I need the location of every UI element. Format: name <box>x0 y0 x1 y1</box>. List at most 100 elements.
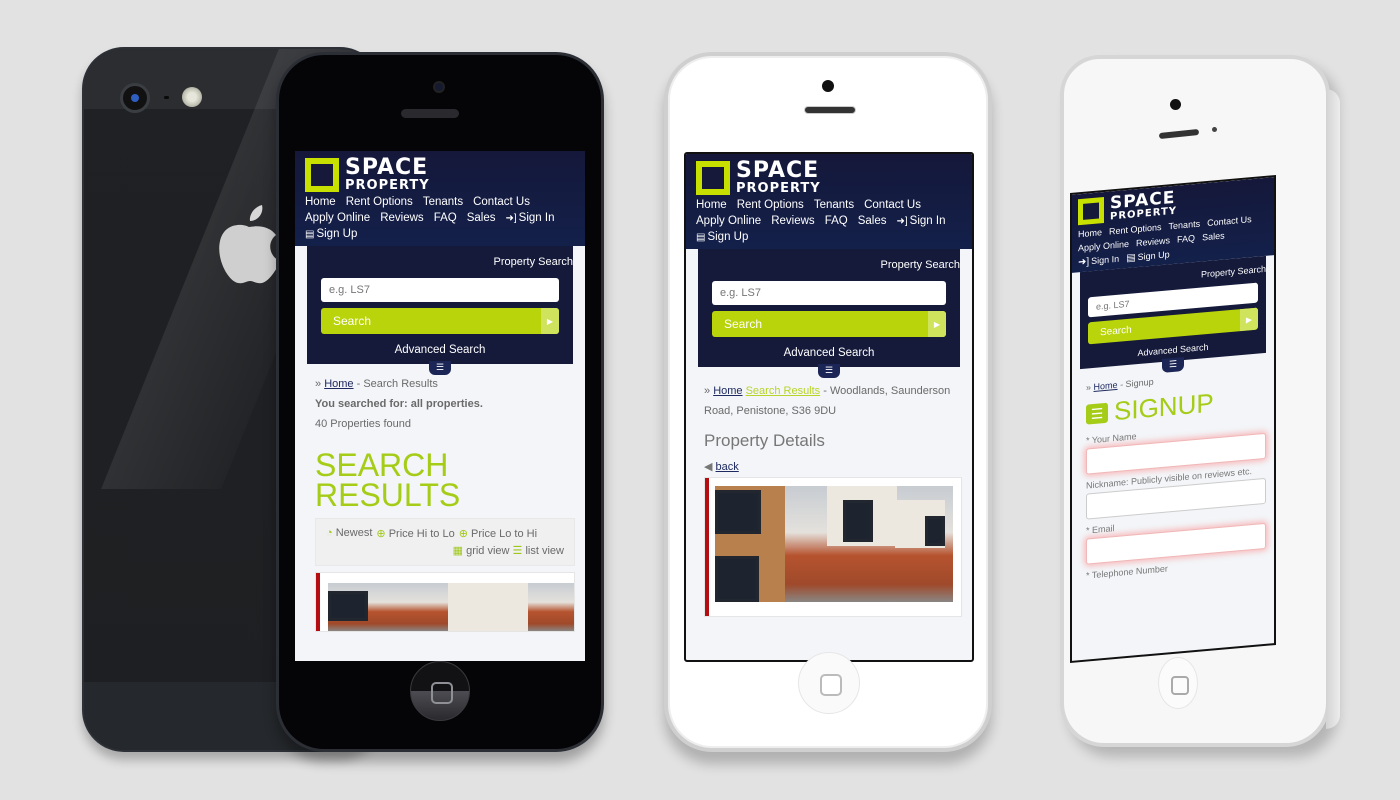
main-nav: Home Rent Options Tenants Contact Us App… <box>305 196 577 240</box>
advanced-search-link[interactable]: Advanced Search <box>698 347 960 359</box>
property-card[interactable] <box>315 572 575 632</box>
nav-contact-us[interactable]: Contact Us <box>864 199 921 211</box>
card-accent-bar <box>705 478 709 616</box>
property-search-title: Property Search <box>880 259 960 271</box>
nav-reviews[interactable]: Reviews <box>1136 235 1170 248</box>
breadcrumb-current: - Signup <box>1120 376 1154 390</box>
clock-icon: ◔ <box>326 527 333 539</box>
search-button-label: Search <box>333 314 372 328</box>
logo-mark-icon <box>305 157 339 192</box>
flash-icon <box>182 87 202 107</box>
front-camera-icon <box>822 80 834 92</box>
nav-faq[interactable]: FAQ <box>825 215 848 227</box>
nav-apply-online[interactable]: Apply Online <box>305 212 370 224</box>
search-button[interactable]: Search ▶ <box>712 311 946 337</box>
nav-sign-up[interactable]: ▤ Sign Up <box>305 228 357 240</box>
breadcrumb: » Home Search Results - Woodlands, Saund… <box>704 381 962 421</box>
nav-contact-us[interactable]: Contact Us <box>473 196 530 208</box>
proximity-sensor <box>1212 127 1217 132</box>
nav-home[interactable]: Home <box>696 199 727 211</box>
nav-contact-us[interactable]: Contact Us <box>1207 214 1252 228</box>
nav-apply-online[interactable]: Apply Online <box>696 215 761 227</box>
nav-sign-up[interactable]: ▤ Sign Up <box>696 231 748 243</box>
logo-mark-icon <box>696 160 730 195</box>
home-button[interactable] <box>1158 657 1198 709</box>
sign-in-icon: ➜] <box>896 216 908 227</box>
nav-rent-options[interactable]: Rent Options <box>737 199 804 211</box>
screen-search-results: SPACE PROPERTY Home Rent Options Tenants… <box>295 151 585 661</box>
search-input[interactable] <box>712 281 946 305</box>
breadcrumb-sep: » <box>1086 382 1092 393</box>
breadcrumb-sep: » <box>315 378 322 390</box>
home-button[interactable] <box>798 652 860 714</box>
property-thumbnail[interactable] <box>328 583 574 631</box>
nav-sign-in[interactable]: ➜] Sign In <box>1078 254 1119 269</box>
nav-home[interactable]: Home <box>305 196 336 208</box>
logo-text-property: PROPERTY <box>736 181 821 196</box>
nav-tenants[interactable]: Tenants <box>423 196 463 208</box>
list-icon: ☰ <box>512 545 523 557</box>
advanced-search-link[interactable]: Advanced Search <box>307 344 573 356</box>
back-link[interactable]: ◀ back <box>704 457 962 477</box>
logo[interactable]: SPACE PROPERTY <box>696 160 964 195</box>
nav-sign-in[interactable]: ➜] Sign In <box>896 215 945 227</box>
grid-view-toggle[interactable]: ▦ grid view <box>453 545 510 557</box>
breadcrumb-home[interactable]: Home <box>1094 380 1118 392</box>
breadcrumb-home[interactable]: Home <box>713 385 742 397</box>
breadcrumb-sep: » <box>704 385 711 397</box>
list-view-toggle[interactable]: ☰ list view <box>513 545 564 557</box>
back-link-label: back <box>715 461 739 473</box>
property-photo[interactable] <box>715 486 953 602</box>
front-camera-icon <box>433 81 445 93</box>
breadcrumb-home[interactable]: Home <box>324 378 353 390</box>
sign-in-icon: ➜] <box>1078 256 1090 269</box>
sort-newest-label: Newest <box>335 527 373 539</box>
screen-property-details: SPACE PROPERTY Home Rent Options Tenants… <box>684 152 974 662</box>
page-title-line2: RESULTS <box>315 477 461 513</box>
nav-sign-in[interactable]: ➜] Sign In <box>505 212 554 224</box>
nav-tenants[interactable]: Tenants <box>1169 219 1201 232</box>
grid-view-label: grid view <box>466 545 510 557</box>
sort-price-lo-hi[interactable]: ⊕ Price Lo to Hi <box>459 527 537 540</box>
sort-newest[interactable]: ◔ Newest <box>326 527 372 540</box>
form-list-icon: ☰ <box>1086 402 1108 425</box>
nav-sign-in-label: Sign In <box>518 212 555 224</box>
front-camera-icon <box>1170 99 1181 110</box>
earpiece <box>401 109 459 118</box>
nav-reviews[interactable]: Reviews <box>380 212 423 224</box>
nav-rent-options[interactable]: Rent Options <box>1109 222 1162 237</box>
nav-sales[interactable]: Sales <box>1202 230 1225 242</box>
menu-toggle-icon[interactable]: ☰ <box>1162 357 1184 373</box>
nav-sign-in-label: Sign In <box>1091 253 1120 267</box>
nav-home[interactable]: Home <box>1078 227 1102 239</box>
signup-content: » Home - Signup ☰ SIGNUP * Your Name Nic… <box>1072 352 1274 582</box>
nav-faq[interactable]: FAQ <box>434 212 457 224</box>
nav-sales[interactable]: Sales <box>467 212 496 224</box>
nav-sign-up[interactable]: ▤ Sign Up <box>1126 249 1169 264</box>
property-photo-card <box>704 477 962 617</box>
sort-price-hi-lo[interactable]: ⊕ Price Hi to Lo <box>376 527 454 540</box>
menu-toggle-icon[interactable]: ☰ <box>429 361 451 375</box>
properties-count: 40 Properties found <box>315 418 412 430</box>
logo[interactable]: SPACE PROPERTY <box>305 157 577 192</box>
nav-sales[interactable]: Sales <box>858 215 887 227</box>
search-input[interactable] <box>321 278 559 302</box>
page-title-text: SIGNUP <box>1114 387 1214 427</box>
id-card-icon: ▤ <box>696 232 706 243</box>
breadcrumb-search-results[interactable]: Search Results <box>746 385 821 397</box>
nav-apply-online[interactable]: Apply Online <box>1078 239 1129 253</box>
list-view-label: list view <box>525 545 564 557</box>
nav-reviews[interactable]: Reviews <box>771 215 814 227</box>
play-arrow-icon: ▶ <box>541 308 559 334</box>
sign-in-icon: ➜] <box>505 213 517 224</box>
card-accent-bar <box>316 573 320 631</box>
home-button[interactable] <box>410 661 470 721</box>
arrow-down-circle-icon: ⊕ <box>458 528 468 540</box>
nav-rent-options[interactable]: Rent Options <box>346 196 413 208</box>
search-button[interactable]: Search ▶ <box>321 308 559 334</box>
menu-toggle-icon[interactable]: ☰ <box>818 364 840 378</box>
logo-text-space: SPACE <box>345 155 429 180</box>
nav-tenants[interactable]: Tenants <box>814 199 854 211</box>
nav-faq[interactable]: FAQ <box>1177 233 1195 245</box>
back-arrow-icon: ◀ <box>704 461 713 473</box>
